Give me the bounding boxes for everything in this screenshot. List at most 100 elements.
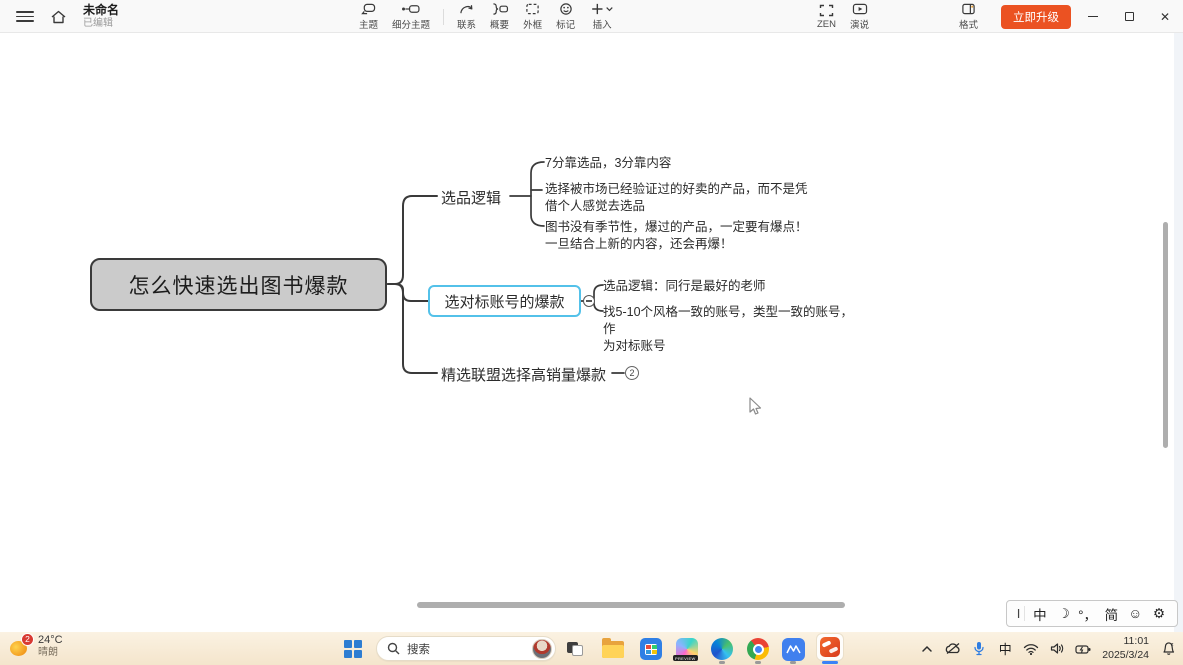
summary-icon [490, 2, 509, 16]
subtopic-text[interactable]: 选择被市场已经验证过的好卖的产品，而不是凭 借个人感觉去选品 [545, 181, 845, 215]
taskbar: 2 24°C 晴朗 搜索 [0, 632, 1183, 665]
tray-ime-indicator[interactable]: 中 [994, 636, 1016, 662]
ime-toolbar: I 中 ☽ °， 简 ☺ ⚙ [1006, 600, 1178, 627]
microsoft-store-button[interactable] [638, 636, 664, 662]
branch-topic-xuanpin-luoji[interactable]: 选品逻辑 [441, 187, 501, 208]
theme-button[interactable]: 主题 [352, 0, 385, 33]
onedrive-cloud-icon[interactable] [942, 636, 964, 662]
tray-chevron-up-icon[interactable] [916, 636, 938, 662]
present-label: 演说 [850, 17, 869, 31]
ime-punctuation-button[interactable]: °， [1076, 604, 1100, 624]
format-icon [960, 2, 977, 16]
copilot-icon: PREVIEW [676, 638, 698, 660]
summary-label: 概要 [490, 17, 509, 31]
boundary-icon [524, 2, 541, 16]
close-icon: ✕ [1160, 10, 1170, 24]
task-view-button[interactable] [562, 636, 588, 662]
store-icon [640, 638, 662, 660]
mindmap-root-topic[interactable]: 怎么快速选出图书爆款 [90, 258, 387, 311]
home-icon [50, 9, 67, 25]
collapsed-count-badge[interactable]: 2 [625, 366, 639, 380]
folder-icon [602, 641, 624, 658]
weather-widget[interactable]: 2 24°C 晴朗 [8, 634, 63, 659]
upgrade-group: 立即升级 [1001, 0, 1071, 33]
maximize-button[interactable] [1111, 0, 1147, 33]
insert-button[interactable]: 插入 [582, 0, 622, 33]
zen-button[interactable]: ZEN [810, 0, 843, 33]
vertical-scrollbar[interactable] [1163, 222, 1168, 448]
weather-badge: 2 [21, 633, 34, 646]
summary-button[interactable]: 概要 [483, 0, 516, 33]
weather-temperature: 24°C [38, 634, 63, 647]
boundary-button[interactable]: 外框 [516, 0, 549, 33]
mindmap-canvas[interactable] [0, 33, 1183, 632]
tray-date: 2025/3/24 [1102, 649, 1149, 662]
sun-icon: 2 [8, 635, 32, 659]
chrome-browser-button[interactable] [745, 636, 771, 662]
edge-browser-button[interactable] [709, 636, 735, 662]
task-view-icon-front [572, 645, 583, 656]
titlebar-mode-group: ZEN 演说 [810, 0, 876, 33]
speaker-icon[interactable] [1046, 636, 1068, 662]
branch-topic-jingxuan-lianmeng[interactable]: 精选联盟选择高销量爆款 [441, 364, 606, 385]
maximize-icon [1125, 12, 1134, 21]
relation-icon [458, 2, 475, 16]
wifi-icon[interactable] [1020, 636, 1042, 662]
titlebar-left-group: 未命名 已编辑 [12, 0, 119, 33]
subtopic-text[interactable]: 7分靠选品，3分靠内容 [545, 155, 671, 172]
edge-icon [711, 638, 733, 660]
subtopic-text[interactable]: 图书没有季节性，爆过的产品，一定要有爆点！ 一旦结合上新的内容，还会再爆！ [545, 219, 855, 253]
ime-emoji-button[interactable]: ☺ [1123, 606, 1147, 621]
microphone-icon[interactable] [968, 636, 990, 662]
subtopic-text[interactable]: 选品逻辑：同行是最好的老师 [603, 278, 766, 295]
present-icon [851, 2, 869, 16]
minimize-button[interactable] [1075, 0, 1111, 33]
tray-time: 11:01 [1102, 635, 1149, 648]
present-button[interactable]: 演说 [843, 0, 876, 33]
search-placeholder: 搜索 [407, 641, 532, 657]
minimize-icon [1088, 16, 1098, 17]
mountain-app-icon [782, 638, 805, 661]
mindmap-app-button-active[interactable] [816, 633, 844, 661]
chrome-running-indicator [755, 661, 761, 664]
collapse-toggle-button[interactable] [583, 295, 595, 307]
battery-icon[interactable] [1072, 636, 1094, 662]
taskbar-search[interactable]: 搜索 [376, 636, 556, 661]
titlebar: 未命名 已编辑 主题 细分主题 [0, 0, 1183, 33]
titlebar-tools: 主题 细分主题 联系 [352, 0, 622, 33]
ime-cursor-icon: I [1013, 606, 1025, 621]
home-button[interactable] [50, 0, 67, 33]
file-explorer-button[interactable] [600, 636, 626, 662]
minus-icon [586, 300, 592, 301]
ime-mode-button[interactable]: 中 [1028, 604, 1052, 624]
mountain-app-button[interactable] [780, 636, 806, 662]
marker-button[interactable]: 标记 [549, 0, 582, 33]
marker-icon [558, 2, 574, 16]
document-title-block: 未命名 已编辑 [83, 4, 119, 29]
close-button[interactable]: ✕ [1147, 0, 1183, 33]
notification-bell-icon[interactable]: z [1157, 636, 1179, 662]
subtopic-text[interactable]: 找5-10个风格一致的账号，类型一致的账号，作 为对标账号 [603, 304, 865, 355]
svg-text:z: z [1171, 642, 1174, 648]
subtopic-button[interactable]: 细分主题 [385, 0, 437, 33]
horizontal-scrollbar[interactable] [417, 602, 845, 608]
upgrade-button[interactable]: 立即升级 [1001, 5, 1071, 29]
start-button[interactable] [340, 636, 366, 662]
branch-topic-selected[interactable]: 选对标账号的爆款 [428, 285, 581, 317]
zen-icon [818, 3, 835, 18]
theme-label: 主题 [359, 17, 378, 31]
copilot-preview-badge: PREVIEW [673, 655, 698, 661]
hamburger-menu-icon[interactable] [12, 4, 38, 30]
mindmap-app-icon [820, 637, 840, 657]
ime-settings-gear-icon[interactable]: ⚙ [1147, 606, 1171, 622]
weather-condition: 晴朗 [38, 647, 63, 659]
ime-charset-button[interactable]: 简 [1099, 604, 1123, 624]
subtopic-label: 细分主题 [392, 17, 430, 31]
copilot-button[interactable]: PREVIEW [674, 636, 700, 662]
canvas-edge-strip [1174, 33, 1183, 632]
tray-clock[interactable]: 11:01 2025/3/24 [1098, 635, 1153, 661]
relation-button[interactable]: 联系 [450, 0, 483, 33]
format-button[interactable]: 格式 [952, 0, 985, 33]
ime-halfwidth-moon-icon[interactable]: ☽ [1052, 606, 1076, 622]
format-label: 格式 [959, 17, 978, 31]
